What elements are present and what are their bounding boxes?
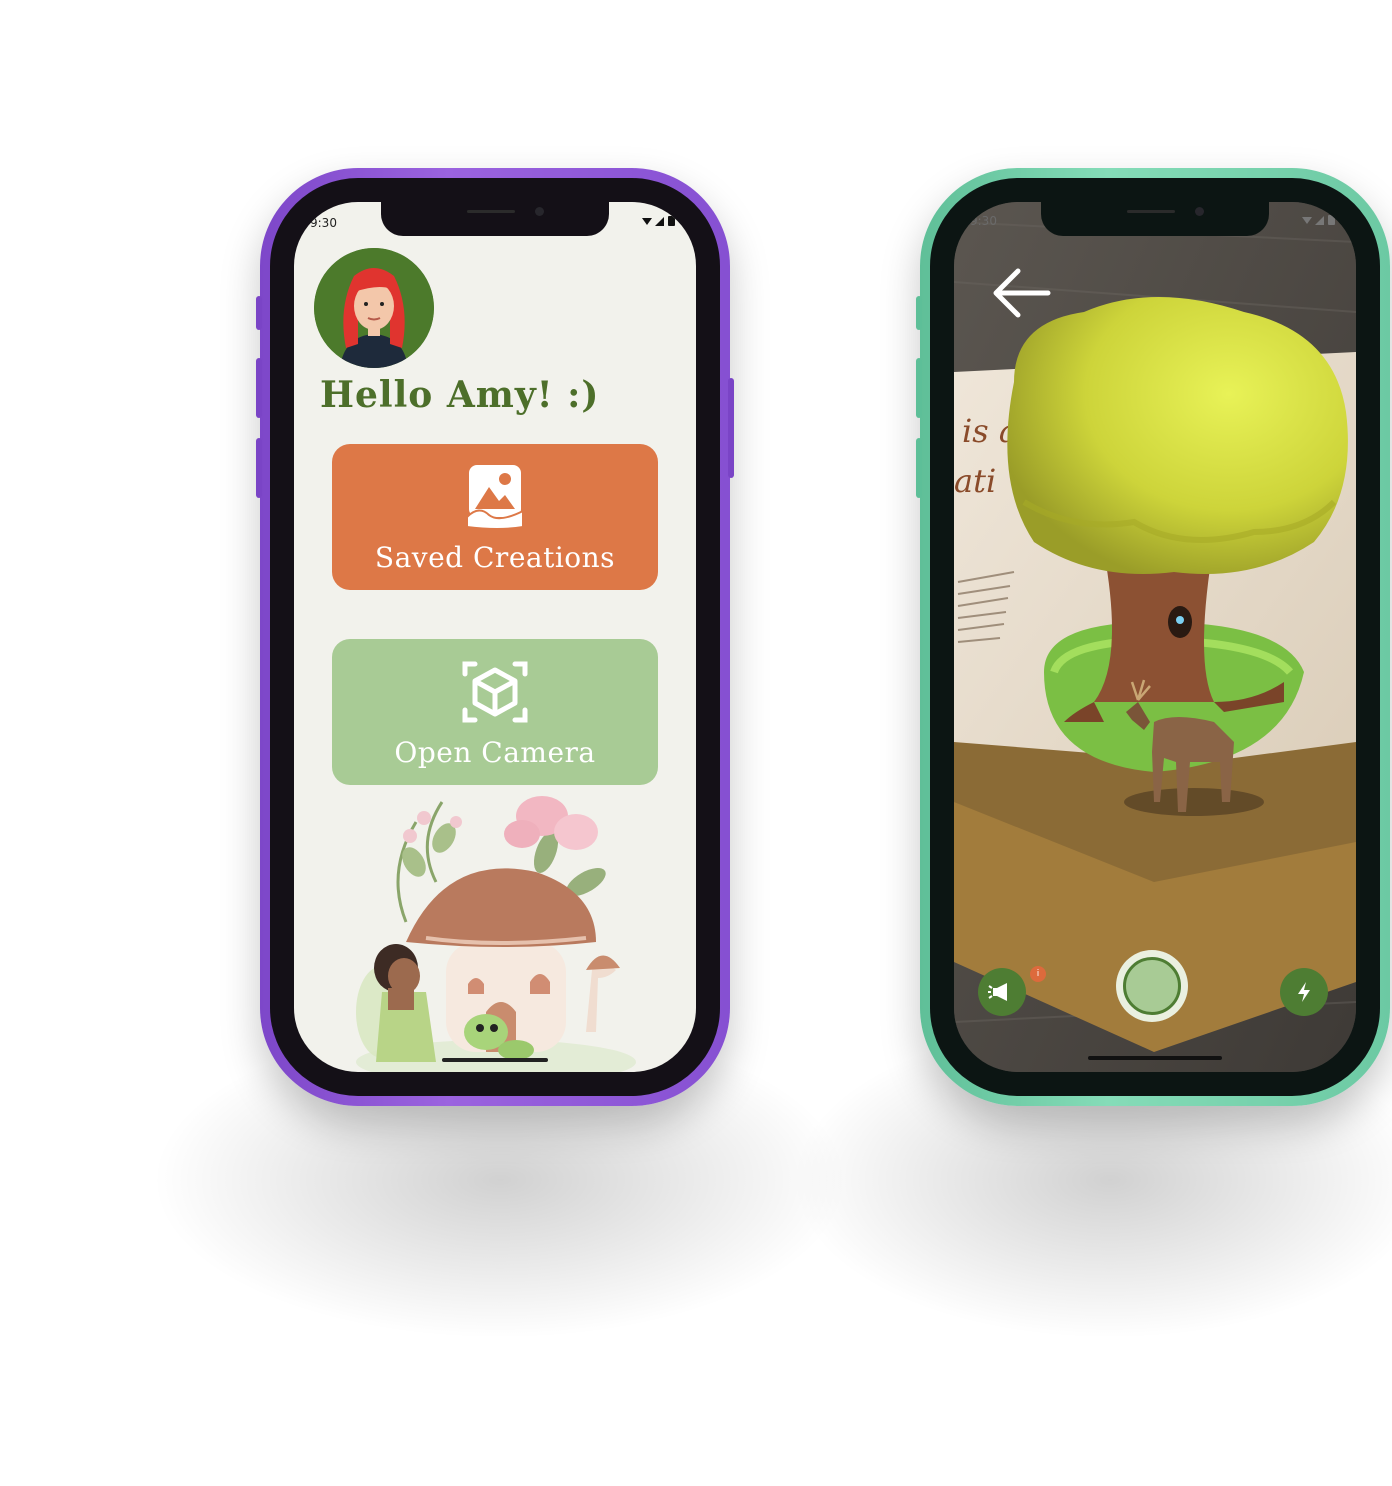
side-button bbox=[916, 438, 922, 498]
home-screen: 9:30 Hello Amy!:) Saved Creations Open … bbox=[294, 202, 696, 1072]
image-gallery-icon bbox=[466, 465, 524, 530]
home-indicator bbox=[442, 1058, 548, 1062]
side-button bbox=[728, 378, 734, 478]
sound-button[interactable] bbox=[978, 968, 1026, 1016]
saved-creations-label: Saved Creations bbox=[374, 541, 616, 574]
ar-camera-screen: is a ati 9:30 i bbox=[954, 202, 1356, 1072]
flash-icon bbox=[1298, 982, 1310, 1002]
signal-battery-icon bbox=[1302, 215, 1335, 225]
ar-cube-scan-icon bbox=[462, 661, 528, 723]
saved-creations-button[interactable]: Saved Creations bbox=[332, 444, 658, 590]
left-phone: 9:30 Hello Amy!:) Saved Creations Open … bbox=[256, 168, 734, 1106]
shutter-button[interactable] bbox=[1116, 950, 1188, 1022]
right-bezel: is a ati 9:30 i bbox=[930, 178, 1380, 1096]
side-button bbox=[256, 358, 262, 418]
avatar-illustration bbox=[314, 248, 434, 368]
side-button bbox=[916, 358, 922, 418]
megaphone-icon bbox=[988, 983, 1007, 1001]
book-text-line: ati bbox=[954, 462, 996, 500]
open-camera-label: Open Camera bbox=[394, 736, 596, 769]
home-indicator bbox=[1088, 1056, 1222, 1060]
side-button bbox=[256, 296, 262, 330]
notification-badge: i bbox=[1030, 966, 1046, 982]
status-time: 9:30 bbox=[310, 216, 337, 230]
mushroom-house-illustration bbox=[356, 796, 636, 1072]
status-icons bbox=[1300, 214, 1340, 226]
left-bezel: 9:30 Hello Amy!:) Saved Creations Open … bbox=[270, 178, 720, 1096]
open-camera-button[interactable]: Open Camera bbox=[332, 639, 658, 785]
arrow-left-icon bbox=[993, 268, 1051, 318]
ar-book-scene: is a ati bbox=[954, 202, 1356, 1072]
avatar[interactable] bbox=[314, 248, 434, 368]
back-button[interactable] bbox=[990, 266, 1052, 320]
greeting-title: Hello Amy! :) bbox=[320, 374, 600, 416]
side-button bbox=[256, 438, 262, 498]
status-icons bbox=[640, 215, 680, 227]
flash-button[interactable] bbox=[1280, 968, 1328, 1016]
side-button bbox=[916, 296, 922, 330]
notch bbox=[381, 202, 609, 236]
right-phone: is a ati 9:30 i bbox=[916, 168, 1390, 1106]
notch bbox=[1041, 202, 1269, 236]
shutter-inner bbox=[1123, 957, 1181, 1015]
status-time: 9:30 bbox=[970, 214, 997, 228]
signal-battery-icon bbox=[642, 216, 675, 226]
